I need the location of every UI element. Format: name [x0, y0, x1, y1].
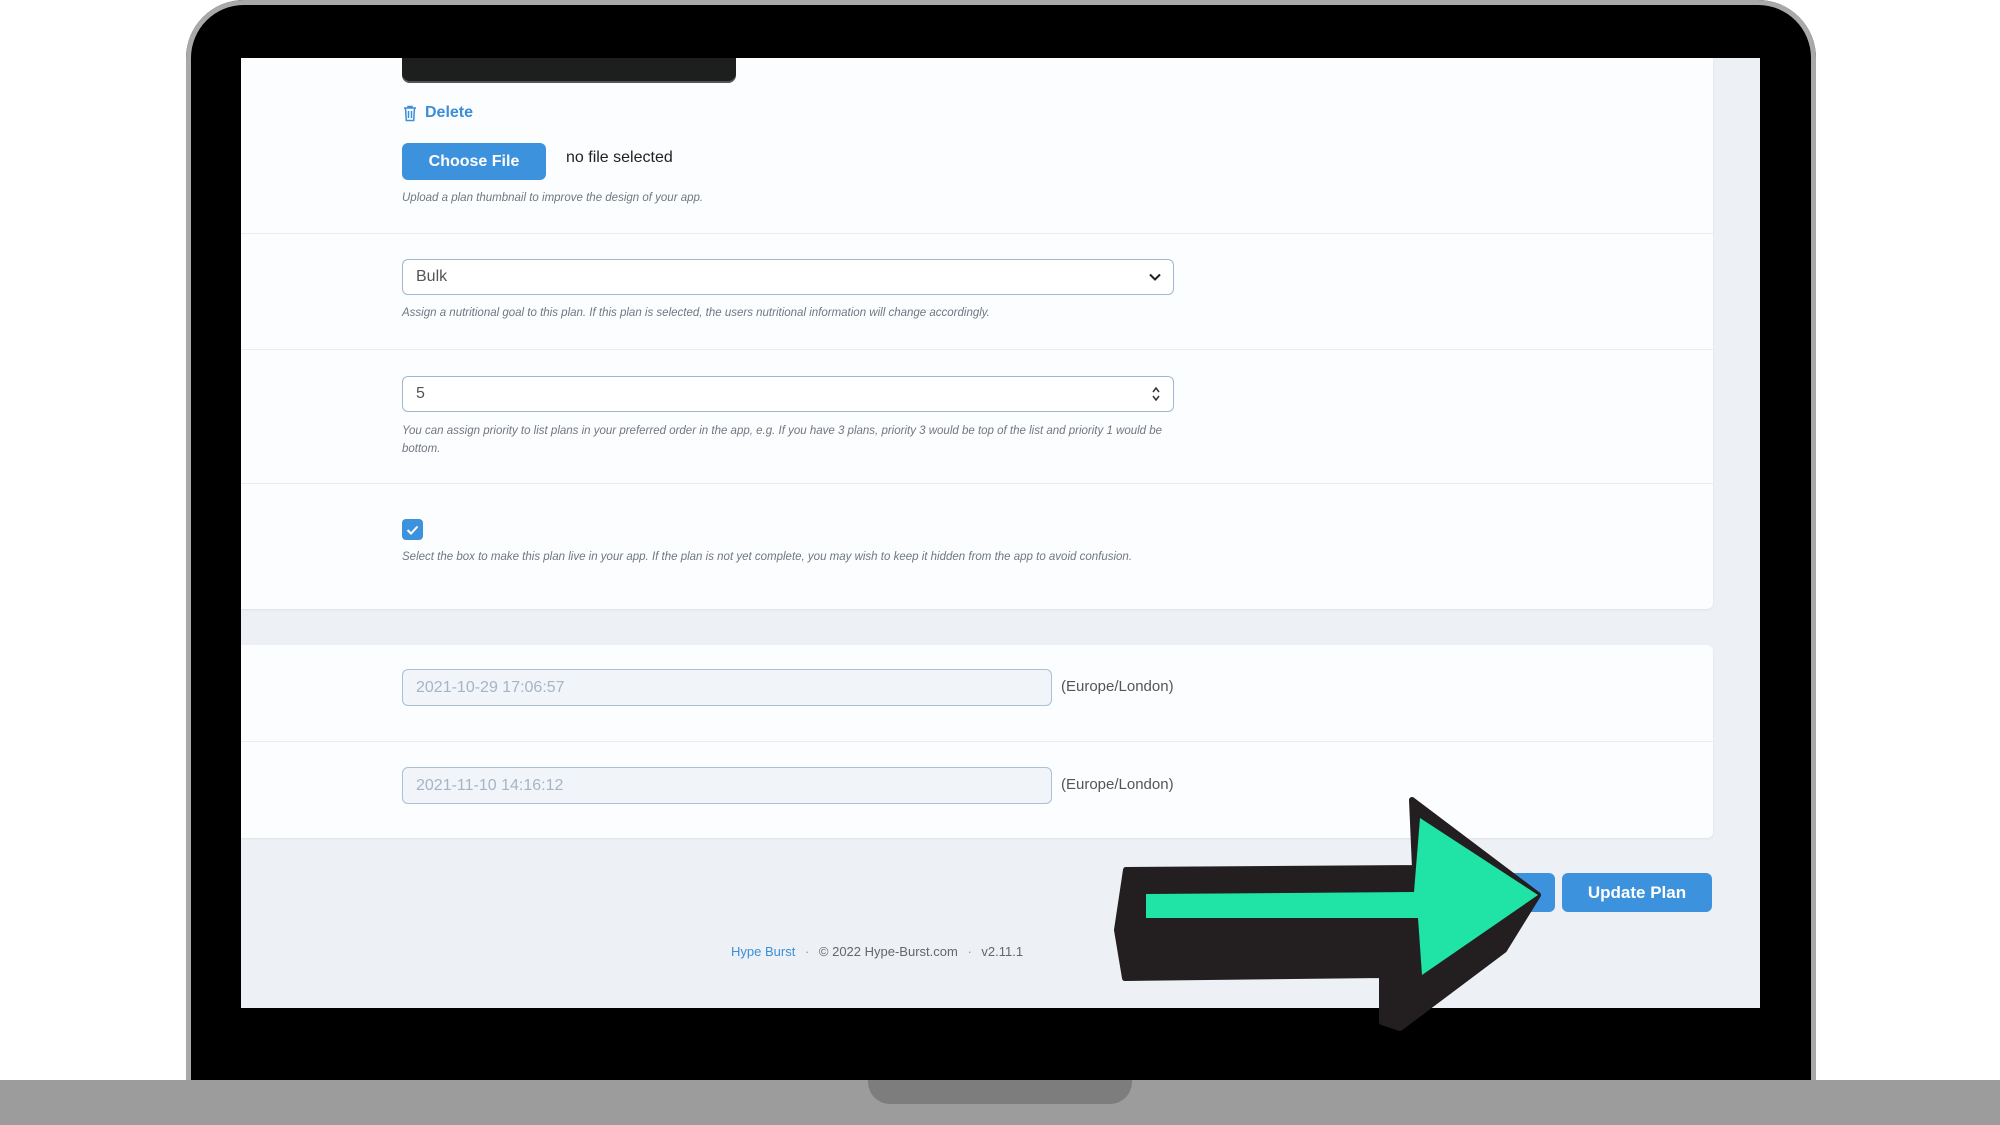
number-spinner-icon[interactable] [1151, 386, 1161, 402]
delete-thumbnail-link[interactable]: Delete [403, 98, 473, 128]
goal-help-text: Assign a nutritional goal to this plan. … [402, 307, 990, 319]
file-status-text: no file selected [566, 149, 673, 166]
update-plan-button[interactable]: Update Plan [1562, 873, 1712, 912]
footer-separator: · [967, 944, 972, 959]
goal-selected-value: Bulk [416, 268, 448, 285]
live-checkbox[interactable] [402, 519, 423, 540]
check-icon [406, 525, 419, 535]
choose-file-button[interactable]: Choose File [402, 143, 546, 180]
divider [241, 233, 1713, 234]
divider [241, 483, 1713, 484]
footer-brand-link[interactable]: Hype Burst [731, 944, 795, 959]
arrow-right-icon [1114, 797, 1541, 1031]
created-timezone: (Europe/London) [1061, 678, 1174, 695]
updated-at-field: 2021-11-10 14:16:12 [402, 767, 1052, 804]
thumbnail-help-text: Upload a plan thumbnail to improve the d… [402, 192, 704, 204]
live-help-text: Select the box to make this plan live in… [402, 551, 1133, 563]
created-at-field: 2021-10-29 17:06:57 [402, 669, 1052, 706]
laptop-notch [868, 1080, 1132, 1104]
footer: Hype Burst · © 2022 Hype-Burst.com · v2.… [731, 944, 1023, 959]
footer-separator: · [804, 944, 810, 959]
chevron-down-icon [1149, 273, 1161, 281]
divider [241, 349, 1713, 350]
divider [241, 741, 1713, 742]
footer-version: v2.11.1 [981, 944, 1024, 959]
plan-thumbnail-image [402, 58, 736, 83]
trash-icon [404, 105, 416, 121]
priority-input[interactable]: 5 [402, 376, 1174, 412]
delete-label: Delete [425, 104, 474, 121]
priority-value: 5 [416, 385, 425, 402]
plan-form-panel: Delete Choose File no file selected Uplo… [241, 58, 1713, 609]
footer-copyright: © 2022 Hype-Burst.com [818, 944, 958, 959]
priority-help-text: You can assign priority to list plans in… [402, 425, 1163, 455]
nutritional-goal-select[interactable]: Bulk [402, 259, 1174, 295]
